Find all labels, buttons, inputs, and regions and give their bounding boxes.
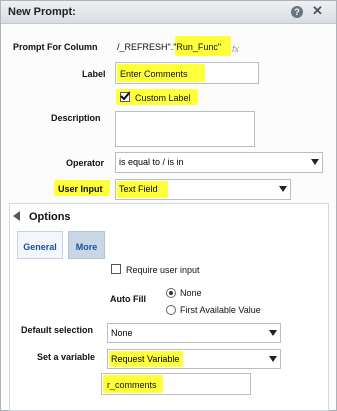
auto-fill-first-radio[interactable] <box>166 305 176 315</box>
close-icon[interactable]: ✕ <box>312 3 323 19</box>
prompt-for-column-value: /_REFRESH"."Run_Func" <box>117 42 222 52</box>
user-input-select[interactable]: Text Field <box>115 179 291 200</box>
operator-label: Operator <box>66 158 105 168</box>
set-variable-value: Request Variable <box>111 354 180 364</box>
default-selection-select[interactable]: None <box>107 323 281 343</box>
check-icon <box>120 91 130 101</box>
tab-general[interactable]: General <box>17 231 63 259</box>
user-input-label: User Input <box>58 184 103 194</box>
fx-icon[interactable]: fx <box>232 44 239 54</box>
require-user-input-checkbox[interactable] <box>111 264 121 274</box>
user-input-value: Text Field <box>119 184 158 194</box>
prompt-for-column-label: Prompt For Column <box>13 42 98 52</box>
default-selection-label: Default selection <box>21 325 94 335</box>
description-input[interactable] <box>115 111 255 147</box>
options-panel: Options General More Require user input … <box>9 203 329 411</box>
description-label: Description <box>51 113 101 123</box>
label-label: Label <box>82 69 106 79</box>
tab-general-label: General <box>23 242 57 252</box>
title-bar: New Prompt: ? ✕ <box>1 1 336 24</box>
custom-label-text: Custom Label <box>135 93 191 103</box>
require-user-input-text: Require user input <box>126 265 200 275</box>
set-variable-select[interactable]: Request Variable <box>107 349 281 369</box>
help-icon[interactable]: ? <box>291 6 303 18</box>
default-selection-value: None <box>111 328 133 338</box>
collapse-icon[interactable] <box>13 211 20 221</box>
options-header: Options <box>29 211 71 223</box>
set-variable-label: Set a variable <box>37 352 96 362</box>
auto-fill-none-radio[interactable] <box>166 288 176 298</box>
tab-more-label: More <box>75 242 98 252</box>
chevron-down-icon <box>269 356 277 362</box>
operator-select[interactable]: is equal to / is in <box>115 152 323 173</box>
operator-value: is equal to / is in <box>119 157 184 167</box>
chevron-down-icon <box>269 330 277 336</box>
chevron-down-icon <box>279 186 287 192</box>
tab-more[interactable]: More <box>68 231 105 259</box>
dialog-title: New Prompt: <box>8 6 76 18</box>
auto-fill-none-text: None <box>180 288 202 298</box>
custom-label-checkbox[interactable] <box>120 91 130 102</box>
variable-name-value: r_comments <box>107 380 157 390</box>
chevron-down-icon <box>311 159 319 165</box>
auto-fill-label: Auto Fill <box>110 294 146 304</box>
new-prompt-dialog: New Prompt: ? ✕ Prompt For Column /_REFR… <box>0 0 337 411</box>
label-input-value: Enter Comments <box>120 69 188 79</box>
auto-fill-first-text: First Available Value <box>180 305 261 315</box>
